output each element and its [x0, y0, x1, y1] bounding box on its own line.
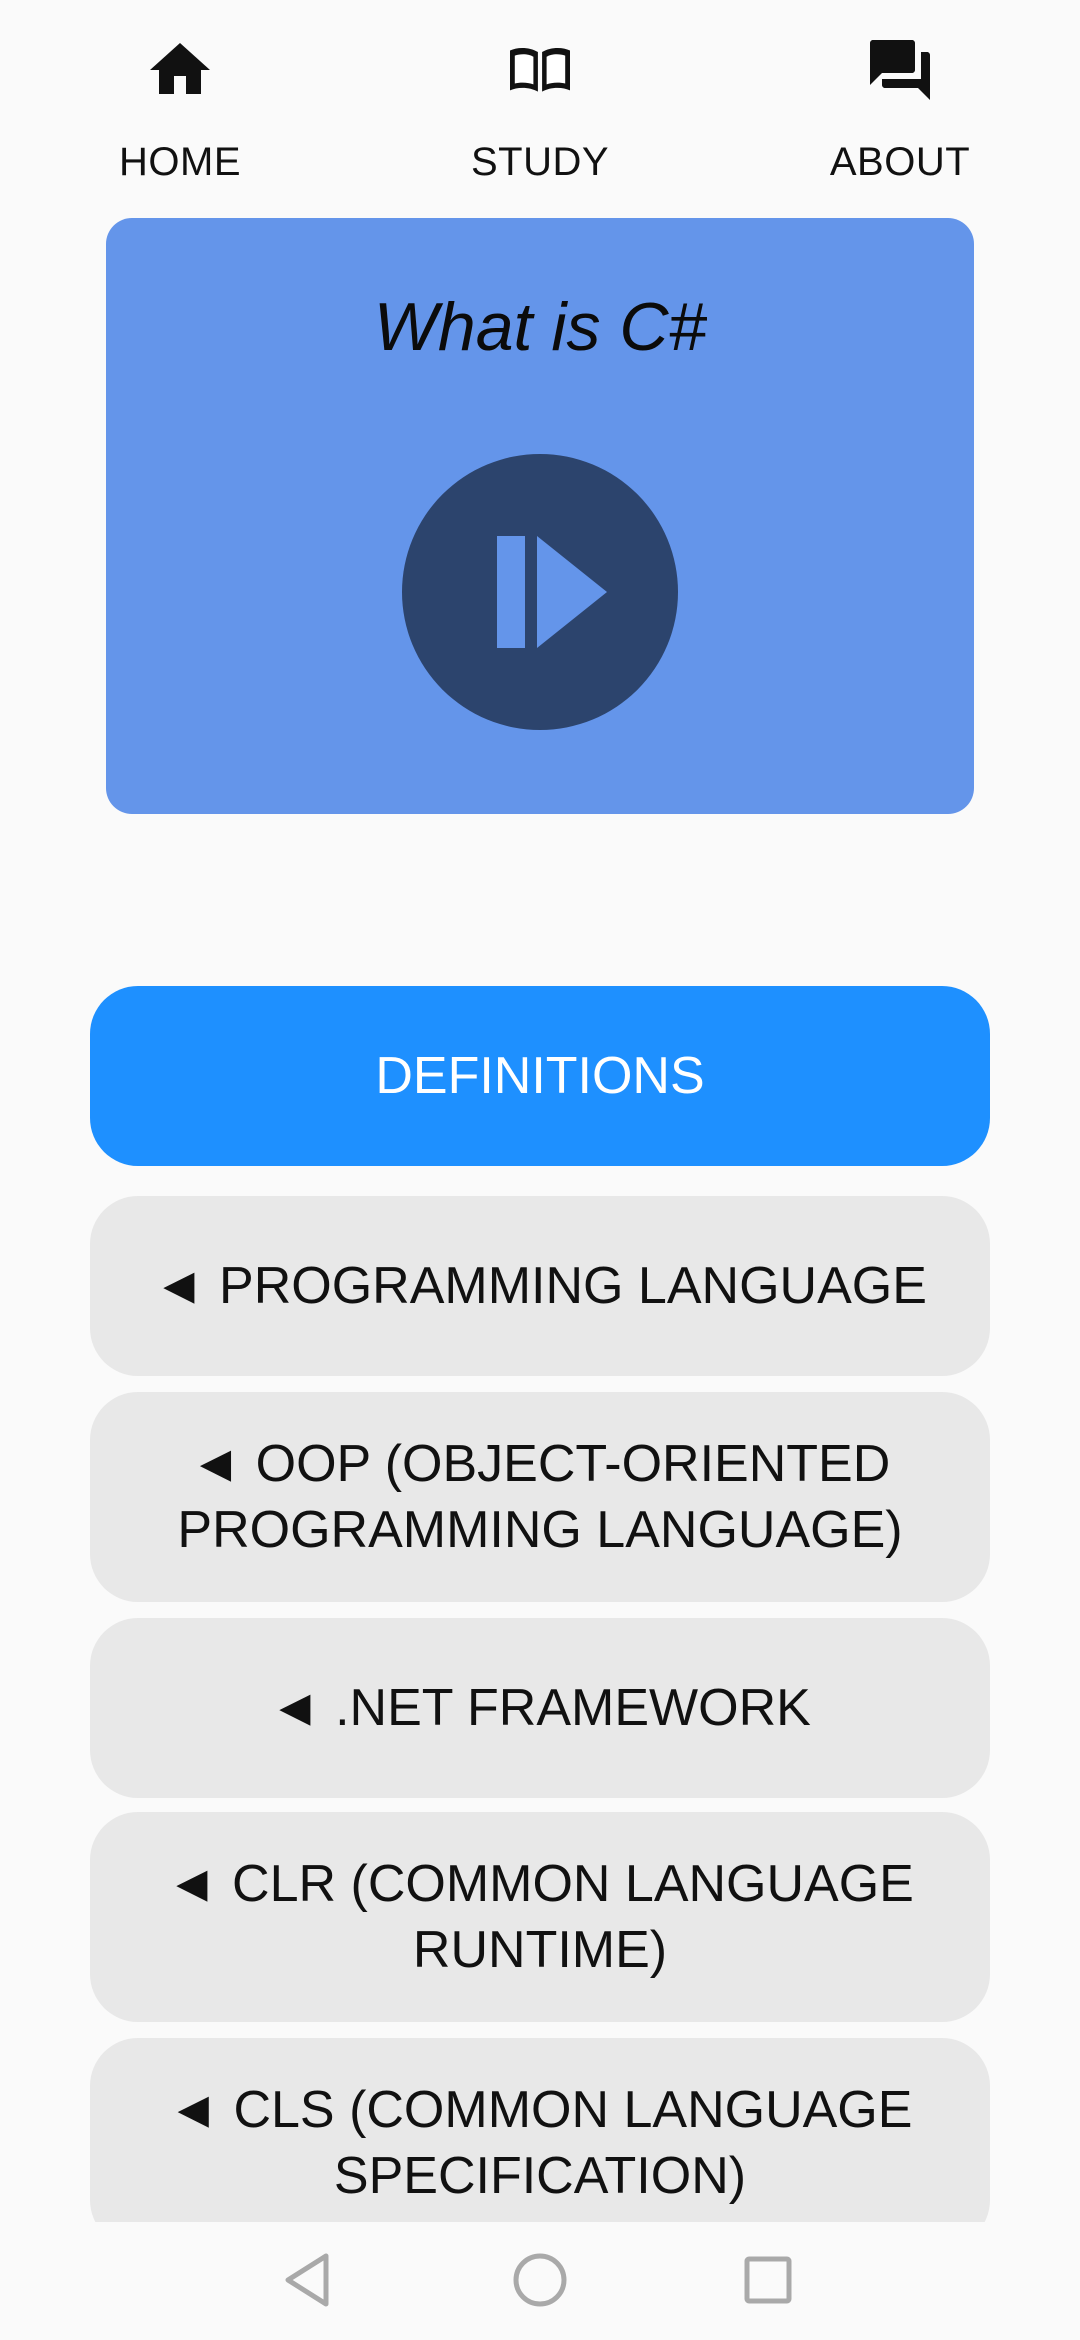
nav-home-label: HOME — [119, 140, 241, 184]
home-circle-icon[interactable] — [504, 2244, 576, 2316]
definition-item-cls[interactable]: ◄ CLS (COMMON LANGUAGE SPECIFICATION) — [90, 2038, 990, 2222]
video-title: What is C# — [373, 289, 707, 365]
definition-item-oop[interactable]: ◄ OOP (OBJECT-ORIENTED PROGRAMMING LANGU… — [90, 1392, 990, 1602]
forum-icon — [870, 40, 930, 100]
video-card: What is C# — [106, 218, 974, 814]
definition-item-programming-language[interactable]: ◄ PROGRAMMING LANGUAGE — [90, 1196, 990, 1376]
play-button[interactable] — [402, 454, 678, 730]
back-icon[interactable] — [272, 2244, 344, 2316]
screen-content: HOME STUDY ABOUT What is C# DEFINITIONS … — [0, 0, 1080, 2222]
nav-about[interactable]: ABOUT — [780, 30, 1020, 190]
definition-item-net-framework[interactable]: ◄ .NET FRAMEWORK — [90, 1618, 990, 1798]
book-icon — [510, 47, 570, 92]
play-icon — [497, 536, 607, 648]
system-navigation-bar — [0, 2222, 1080, 2340]
nav-study[interactable]: STUDY — [420, 30, 660, 190]
nav-about-label: ABOUT — [829, 140, 971, 184]
nav-study-label: STUDY — [470, 140, 610, 184]
definition-item-clr[interactable]: ◄ CLR (COMMON LANGUAGE RUNTIME) — [90, 1812, 990, 2022]
definitions-button[interactable]: DEFINITIONS — [90, 986, 990, 1166]
top-navigation: HOME STUDY ABOUT — [0, 0, 1080, 200]
home-icon — [150, 43, 210, 94]
nav-home[interactable]: HOME — [60, 30, 300, 190]
recents-icon[interactable] — [732, 2244, 804, 2316]
